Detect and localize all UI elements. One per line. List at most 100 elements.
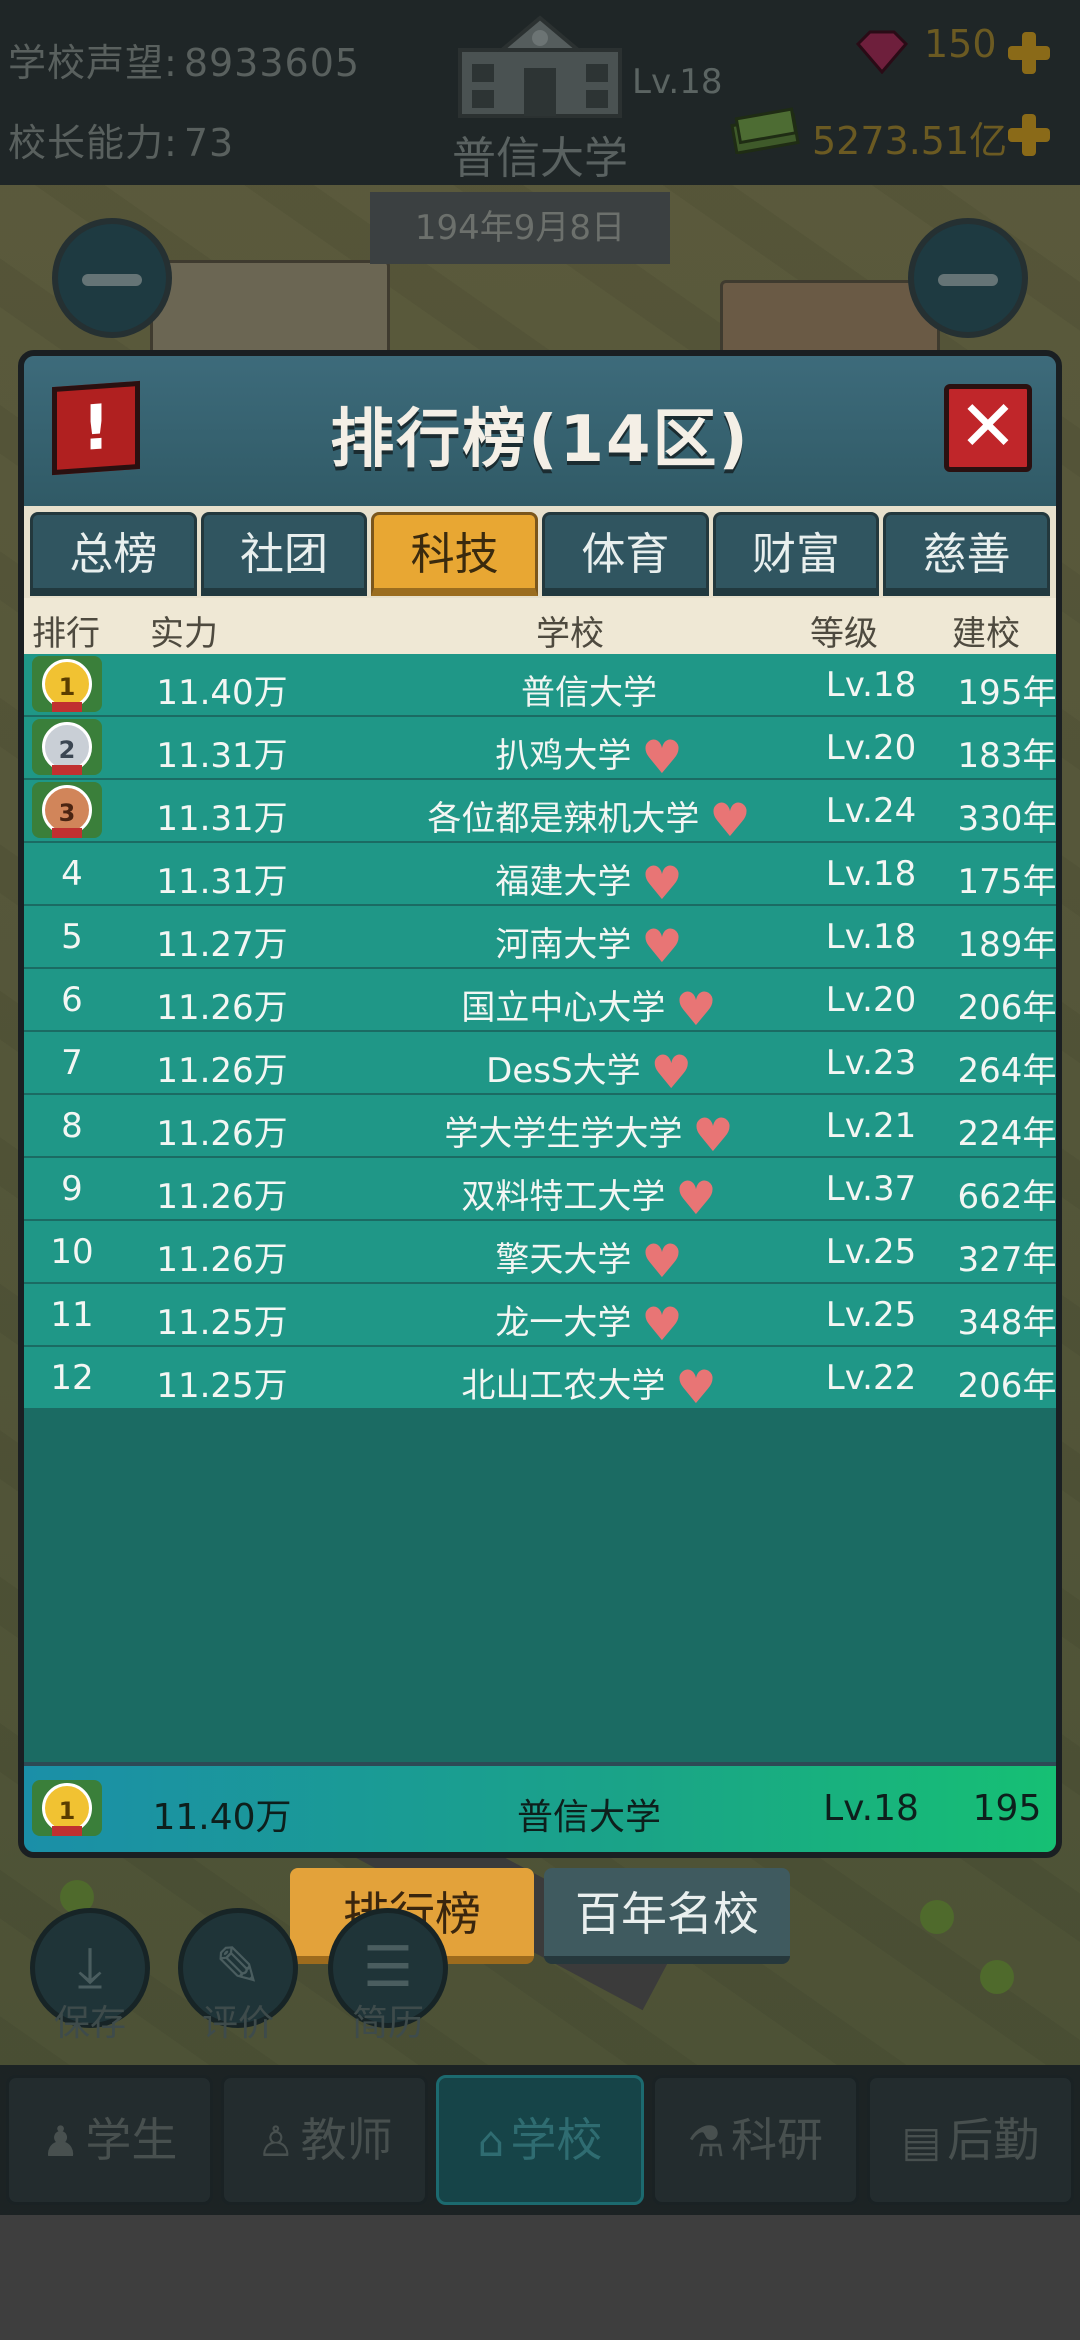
money-amount: 5273.51亿: [812, 119, 1008, 163]
row-power: 11.31万: [156, 799, 288, 839]
zoom-out-right-button[interactable]: [908, 218, 1028, 338]
add-money-button[interactable]: [1006, 112, 1052, 158]
row-founded: 189年: [957, 925, 1056, 965]
table-row[interactable]: 9 11.26万 双料特工大学 ♥ Lv.37 662年: [24, 1158, 1056, 1225]
heart-icon[interactable]: ♥: [641, 919, 682, 973]
bronze-medal-icon: 3: [32, 782, 102, 838]
top-hud: 学校声望: 8933605 校长能力: 73 Lv.18 普信大学 150 5273…: [0, 0, 1080, 185]
zoom-out-left-button[interactable]: [52, 218, 172, 338]
table-row[interactable]: 7 11.26万 DesS大学 ♥ Lv.23 264年: [24, 1032, 1056, 1099]
tab-wealth[interactable]: 财富: [712, 512, 880, 596]
row-power: 11.26万: [156, 1114, 288, 1154]
nav-students[interactable]: ♟ 学生: [6, 2075, 214, 2205]
row-rank: 6: [61, 980, 83, 1020]
row-power: 11.26万: [156, 1240, 288, 1280]
row-founded: 224年: [957, 1114, 1056, 1154]
table-row[interactable]: 2 11.31万 扒鸡大学 ♥ Lv.20 183年: [24, 717, 1056, 784]
table-row[interactable]: 12 11.25万 北山工农大学 ♥ Lv.22 206年: [24, 1347, 1056, 1414]
row-founded: 330年: [957, 799, 1056, 839]
gold-medal-icon: 1: [32, 656, 102, 712]
close-button[interactable]: ✕: [944, 384, 1032, 472]
review-label: 评价: [201, 2003, 274, 2044]
ability-stat: 校长能力: 73: [8, 112, 234, 167]
table-row[interactable]: 3 11.31万 各位都是辣机大学 ♥ Lv.24 330年: [24, 780, 1056, 847]
table-header: 排行 实力 学校 等级 建校: [24, 598, 1056, 654]
row-level: Lv.37: [825, 1169, 917, 1209]
row-school: 各位都是辣机大学 ♥: [427, 793, 751, 847]
row-power: 11.40万: [156, 673, 288, 713]
row-school: 国立中心大学 ♥: [461, 982, 717, 1036]
row-rank: 4: [61, 854, 83, 894]
row-level: Lv.25: [825, 1295, 917, 1335]
nav-teachers[interactable]: ♙ 教师: [221, 2075, 429, 2205]
heart-icon[interactable]: ♥: [692, 1108, 733, 1162]
table-row[interactable]: 10 11.26万 擎天大学 ♥ Lv.25 327年: [24, 1221, 1056, 1288]
reputation-label: 学校声望:: [8, 41, 178, 85]
header-power: 实力: [150, 614, 218, 654]
row-rank: 11: [50, 1295, 94, 1335]
row-rank: 12: [50, 1358, 94, 1398]
clipboard-icon: ▤: [901, 2117, 942, 2166]
ability-value: 73: [183, 121, 235, 165]
row-rank: 8: [61, 1106, 83, 1146]
tab-overall[interactable]: 总榜: [30, 512, 197, 596]
nav-logistics[interactable]: ▤ 后勤: [866, 2075, 1075, 2205]
school-building-icon[interactable]: [452, 10, 628, 120]
tab-technology[interactable]: 科技: [371, 512, 539, 596]
row-founded: 195年: [957, 673, 1056, 713]
tab-sports[interactable]: 体育: [542, 512, 709, 596]
silver-medal-icon: 2: [32, 719, 102, 775]
tab-charity[interactable]: 慈善: [883, 512, 1051, 596]
save-button[interactable]: ⤓ 保存: [30, 1908, 150, 2046]
table-row[interactable]: 4 11.31万 福建大学 ♥ Lv.18 175年: [24, 843, 1056, 910]
tab-clubs[interactable]: 社团: [200, 512, 368, 596]
header-level: 等级: [810, 614, 878, 654]
row-power: 11.25万: [156, 1366, 288, 1406]
ranking-tabs: 总榜 社团 科技 体育 财富 慈善: [24, 506, 1056, 598]
row-power: 11.26万: [156, 1177, 288, 1217]
tree: [980, 1960, 1014, 1994]
ranking-panel: ! 排行榜(14区) ✕ 总榜 社团 科技 体育 财富 慈善 排行 实力 学校 …: [18, 350, 1062, 1858]
table-row[interactable]: 1 11.40万 普信大学 Lv.18 195年: [24, 654, 1056, 715]
review-button[interactable]: ✎ 评价: [178, 1908, 298, 2046]
row-level: Lv.20: [825, 980, 917, 1020]
nav-research[interactable]: ⚗ 科研: [651, 2075, 859, 2205]
row-level: Lv.18: [825, 665, 917, 705]
own-school-row: 1 11.40万 普信大学 Lv.18 195: [24, 1766, 1056, 1852]
ranking-list[interactable]: 1 11.40万 普信大学 Lv.18 195年 2 11.31万 扒鸡大学 ♥ …: [24, 654, 1056, 1762]
row-school: 擎天大学 ♥: [495, 1234, 683, 1288]
row-rank: 7: [61, 1043, 83, 1083]
header-founded: 建校: [952, 614, 1020, 654]
heart-icon[interactable]: ♥: [675, 982, 716, 1036]
table-row[interactable]: 8 11.26万 学大学生学大学 ♥ Lv.21 224年: [24, 1095, 1056, 1162]
row-school: DesS大学 ♥: [486, 1045, 692, 1099]
row-founded: 206年: [957, 988, 1056, 1028]
reputation-value: 8933605: [183, 41, 361, 85]
heart-icon[interactable]: ♥: [641, 1297, 682, 1351]
heart-icon[interactable]: ♥: [641, 730, 682, 784]
resume-button[interactable]: ☰ 简历: [328, 1908, 448, 2046]
row-power: 11.31万: [156, 862, 288, 902]
school-level: Lv.18: [632, 62, 723, 102]
own-level: Lv.18: [823, 1788, 919, 1829]
heart-icon[interactable]: ♥: [675, 1171, 716, 1225]
row-founded: 662年: [957, 1177, 1056, 1217]
reputation-stat: 学校声望: 8933605: [8, 32, 360, 87]
ability-label: 校长能力:: [8, 121, 178, 165]
table-row[interactable]: 5 11.27万 河南大学 ♥ Lv.18 189年: [24, 906, 1056, 973]
row-school: 学大学生学大学 ♥: [444, 1108, 734, 1162]
header-school: 学校: [536, 614, 604, 654]
row-school: 扒鸡大学 ♥: [495, 730, 683, 784]
table-row[interactable]: 6 11.26万 国立中心大学 ♥ Lv.20 206年: [24, 969, 1056, 1036]
heart-icon[interactable]: ♥: [709, 793, 750, 847]
heart-icon[interactable]: ♥: [651, 1045, 692, 1099]
row-power: 11.27万: [156, 925, 288, 965]
nav-school[interactable]: ⌂ 学校: [436, 2075, 644, 2205]
heart-icon[interactable]: ♥: [675, 1360, 716, 1414]
add-gems-button[interactable]: [1006, 30, 1052, 76]
row-founded: 183年: [957, 736, 1056, 776]
century-school-button[interactable]: 百年名校: [544, 1868, 790, 1964]
table-row[interactable]: 11 11.25万 龙一大学 ♥ Lv.25 348年: [24, 1284, 1056, 1351]
heart-icon[interactable]: ♥: [641, 856, 682, 910]
heart-icon[interactable]: ♥: [641, 1234, 682, 1288]
